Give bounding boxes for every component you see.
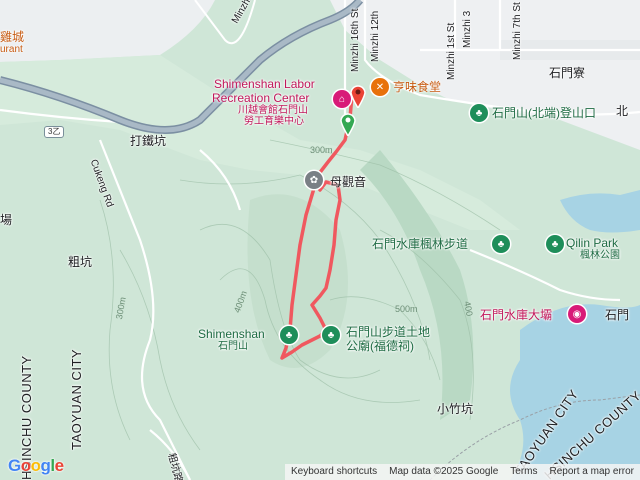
taoyuan-city-label-left: TAOYUAN CITY [69,348,84,450]
map-base-layer [0,0,640,480]
tudi-temple-label-2[interactable]: 公廟(福德祠) [346,339,414,353]
route-end-marker[interactable] [350,84,366,110]
shimenliao-label: 石門寮 [549,66,586,80]
street-label-minzhi-7th: Minzhi 7th St [512,2,523,60]
report-error-link[interactable]: Report a map error [544,464,640,480]
maple-trail-label[interactable]: 石門水庫楓林步道 [372,237,468,251]
urban-area-northwest [0,0,215,62]
contour-label-400-right: 400 [462,300,475,317]
attribution-bar: Keyboard shortcuts Map data ©2025 Google… [284,464,640,480]
terms-link[interactable]: Terms [504,464,543,480]
chang-partial-label: 場 [0,213,13,227]
keyboard-shortcuts-link[interactable]: Keyboard shortcuts [285,464,383,480]
street-label-minzhi-1st: Minzhi 1st St [446,22,457,80]
xiaozhukeng-label: 小竹坑 [437,402,474,416]
google-logo[interactable]: Google [8,456,64,476]
map-canvas[interactable]: ⌂ ✕ ♣ ✿ ♣ ♣ ◉ ♣ ♣ 3乙 雞城 urant Minzhi Min… [0,0,640,480]
restaurant-label-partial[interactable]: 雞城 [0,30,24,44]
cukeng-label: 粗坑 [68,255,93,269]
labor-center-label-en-2[interactable]: Recreation Center [212,91,309,105]
route-start-marker[interactable] [340,112,356,138]
highway-shield: 3乙 [44,126,65,138]
green-start-marker-icon [340,113,356,138]
restaurant-label-partial-en[interactable]: urant [0,44,23,56]
labor-center-label-en-1[interactable]: Shimenshan Labor [214,77,315,91]
shimen-dam-square-label[interactable]: 石門水庫大壩 [480,308,552,322]
tree-icon[interactable]: ♣ [322,326,340,344]
street-label-minzhi-3rd: Minzhi 3 [462,10,473,48]
map-data-text: Map data ©2025 Google [389,466,499,477]
labor-center-label-zh-2[interactable]: 勞工育樂中心 [244,116,304,128]
reservoir-water-north [560,190,640,233]
guanyin-temple-label[interactable]: 母觀音 [330,175,366,189]
street-label-minzhi-16th: Minzhi 16th St [350,8,361,72]
tree-icon[interactable]: ♣ [470,104,488,122]
bei-partial-label: 北 [616,104,629,118]
qilin-park-label-en[interactable]: Qilin Park [566,236,618,250]
dativekeng-label: 打鐵坑 [130,134,167,148]
qilin-park-label-zh[interactable]: 楓林公園 [580,250,620,262]
north-end-trailhead-label[interactable]: 石門山(北端)登山口 [492,106,596,120]
fork-knife-icon[interactable]: ✕ [371,78,389,96]
xiangwei-restaurant-label[interactable]: 亨味食堂 [393,80,441,94]
tree-icon[interactable]: ♣ [492,235,510,253]
place-of-worship-icon[interactable]: ✿ [305,171,323,189]
tree-icon[interactable]: ♣ [546,235,564,253]
red-end-marker-icon [350,85,366,110]
street-label-minzhi-12th: Minzhi 12th [370,10,381,62]
shimen-partial-label: 石門 [605,308,630,322]
tudi-temple-label-1[interactable]: 石門山步道土地 [346,325,430,339]
contour-label-300-top: 300m [310,145,333,155]
camera-icon[interactable]: ◉ [568,305,586,323]
shimenshan-label-en[interactable]: Shimenshan [198,327,265,341]
tree-icon[interactable]: ♣ [280,326,298,344]
shimenshan-label-zh[interactable]: 石門山 [218,341,248,353]
contour-label-500: 500m [395,304,418,314]
hotel-bed-icon[interactable]: ⌂ [333,90,351,108]
